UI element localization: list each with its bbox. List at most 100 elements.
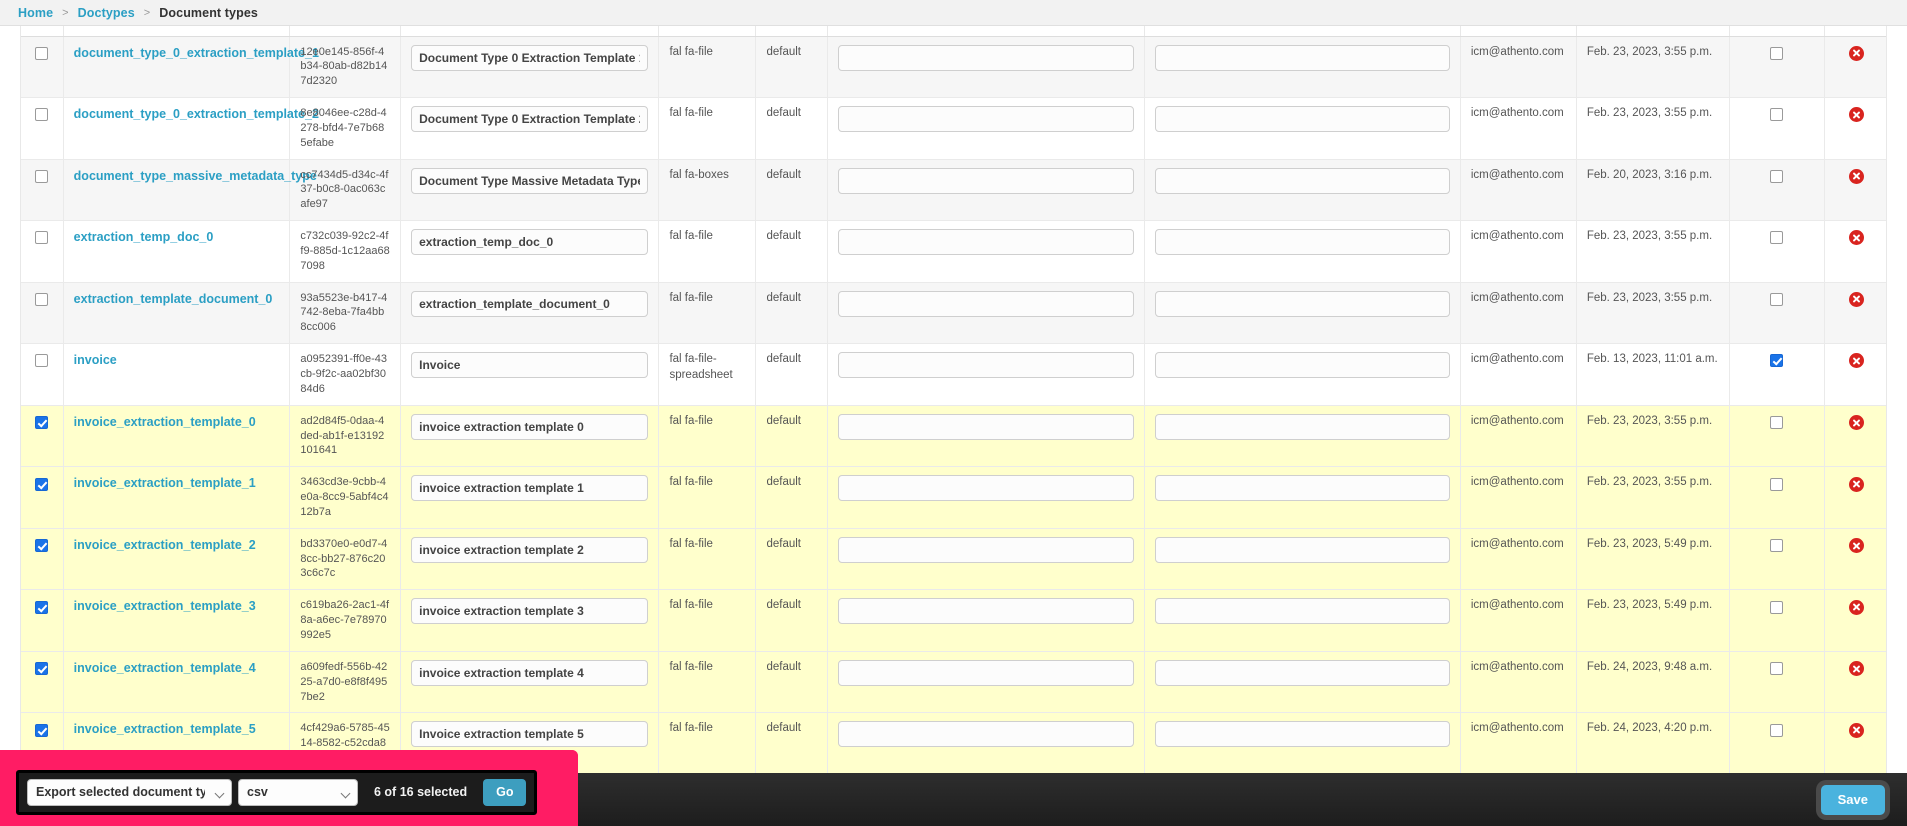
field1-input[interactable] <box>838 598 1134 625</box>
field1-input[interactable] <box>838 229 1134 256</box>
field2-input[interactable] <box>1154 106 1450 133</box>
field2-input[interactable] <box>1154 229 1450 256</box>
delete-icon[interactable] <box>1848 476 1864 492</box>
field2-input[interactable] <box>1154 721 1450 748</box>
field1-input[interactable] <box>838 106 1134 133</box>
row-flag-checkbox[interactable] <box>1770 169 1784 183</box>
row-select-checkbox[interactable] <box>35 292 49 306</box>
row-flag-checkbox[interactable] <box>1770 416 1784 430</box>
row-flag-checkbox[interactable] <box>1770 231 1784 245</box>
row-select-checkbox[interactable] <box>35 600 49 614</box>
action-select[interactable]: Export selected document types <box>27 778 232 806</box>
delete-icon[interactable] <box>1848 291 1864 307</box>
row-select-checkbox[interactable] <box>35 416 49 430</box>
document-type-link[interactable]: extraction_temp_doc_0 <box>74 230 214 244</box>
delete-icon[interactable] <box>1848 538 1864 554</box>
label-input[interactable] <box>411 44 649 71</box>
field1-input[interactable] <box>838 659 1134 686</box>
field2-input[interactable] <box>1154 413 1450 440</box>
row-select-checkbox[interactable] <box>35 108 49 122</box>
delete-icon[interactable] <box>1848 45 1864 61</box>
delete-icon[interactable] <box>1848 599 1864 615</box>
row-flag-checkbox[interactable] <box>1770 108 1784 122</box>
row-flag-checkbox[interactable] <box>1770 292 1784 306</box>
document-type-link[interactable]: document_type_0_extraction_template_1 <box>74 46 319 60</box>
row-flag-checkbox[interactable] <box>1770 662 1784 676</box>
field2-input[interactable] <box>1154 659 1450 686</box>
field1-input[interactable] <box>838 721 1134 748</box>
field2-input[interactable] <box>1154 290 1450 317</box>
field1-input[interactable] <box>838 290 1134 317</box>
row-flag-checkbox[interactable] <box>1770 354 1784 368</box>
document-type-link[interactable]: invoice_extraction_template_5 <box>74 722 256 736</box>
document-type-link[interactable]: invoice_extraction_template_2 <box>74 538 256 552</box>
format-select[interactable]: csv <box>238 778 358 806</box>
label-input[interactable] <box>411 721 649 748</box>
row-select-checkbox[interactable] <box>35 662 49 676</box>
field2-input[interactable] <box>1154 536 1450 563</box>
row-select-checkbox[interactable] <box>35 539 49 553</box>
label-input[interactable] <box>411 167 649 194</box>
document-type-link[interactable]: invoice_extraction_template_1 <box>74 476 256 490</box>
delete-icon[interactable] <box>1848 722 1864 738</box>
label-input[interactable] <box>411 536 649 563</box>
label-input[interactable] <box>411 475 649 502</box>
breadcrumb-home[interactable]: Home <box>18 6 53 20</box>
row-select-checkbox[interactable] <box>35 46 49 60</box>
row-field1-cell <box>827 405 1145 468</box>
document-type-link[interactable]: invoice_extraction_template_4 <box>74 661 256 675</box>
row-field2-cell <box>1144 651 1461 714</box>
row-flag-checkbox[interactable] <box>1770 477 1784 491</box>
field1-input[interactable] <box>838 167 1134 194</box>
row-select-checkbox[interactable] <box>35 354 49 368</box>
selection-count-label: 6 of 16 selected <box>374 785 468 799</box>
row-flag-checkbox[interactable] <box>1770 539 1784 553</box>
field2-input[interactable] <box>1154 475 1450 502</box>
breadcrumb-doctypes[interactable]: Doctypes <box>78 6 135 20</box>
label-input[interactable] <box>411 659 649 686</box>
document-type-link[interactable]: invoice_extraction_template_0 <box>74 415 256 429</box>
go-button[interactable]: Go <box>483 778 527 806</box>
label-input[interactable] <box>411 106 649 133</box>
row-flag-cell <box>1729 282 1825 345</box>
row-select-checkbox[interactable] <box>35 723 49 737</box>
delete-icon[interactable] <box>1848 107 1864 123</box>
delete-icon[interactable] <box>1848 230 1864 246</box>
row-select-checkbox[interactable] <box>35 477 49 491</box>
field1-input[interactable] <box>838 536 1134 563</box>
field1-input[interactable] <box>838 44 1134 71</box>
row-icon-class-cell: fal fa-file <box>658 528 757 591</box>
field1-input[interactable] <box>838 352 1134 379</box>
document-type-link[interactable]: invoice <box>74 353 117 367</box>
row-select-cell <box>21 343 64 406</box>
document-type-link[interactable]: document_type_0_extraction_template_2 <box>74 107 319 121</box>
label-input[interactable] <box>411 229 649 256</box>
field2-input[interactable] <box>1154 598 1450 625</box>
field2-input[interactable] <box>1154 44 1450 71</box>
row-flag-checkbox[interactable] <box>1770 723 1784 737</box>
row-flag-cell <box>1729 220 1825 283</box>
field1-input[interactable] <box>838 475 1134 502</box>
delete-icon[interactable] <box>1848 168 1864 184</box>
delete-icon[interactable] <box>1848 661 1864 677</box>
label-input[interactable] <box>411 413 649 440</box>
delete-icon[interactable] <box>1848 415 1864 431</box>
document-type-link[interactable]: invoice_extraction_template_3 <box>74 599 256 613</box>
row-delete-cell <box>1824 159 1886 222</box>
table-row: invoice_extraction_template_2 bd3370e0-e0… <box>21 528 1886 591</box>
row-date-cell: Feb. 23, 2023, 3:55 p.m. <box>1576 282 1730 345</box>
label-input[interactable] <box>411 598 649 625</box>
delete-icon[interactable] <box>1848 353 1864 369</box>
row-flag-checkbox[interactable] <box>1770 46 1784 60</box>
field2-input[interactable] <box>1154 352 1450 379</box>
row-select-checkbox[interactable] <box>35 169 49 183</box>
document-type-link[interactable]: document_type_massive_metadata_type <box>74 169 317 183</box>
row-select-checkbox[interactable] <box>35 231 49 245</box>
field1-input[interactable] <box>838 413 1134 440</box>
document-type-link[interactable]: extraction_template_document_0 <box>74 292 273 306</box>
save-button[interactable]: Save <box>1820 784 1885 815</box>
label-input[interactable] <box>411 290 649 317</box>
label-input[interactable] <box>411 352 649 379</box>
field2-input[interactable] <box>1154 167 1450 194</box>
row-flag-checkbox[interactable] <box>1770 600 1784 614</box>
